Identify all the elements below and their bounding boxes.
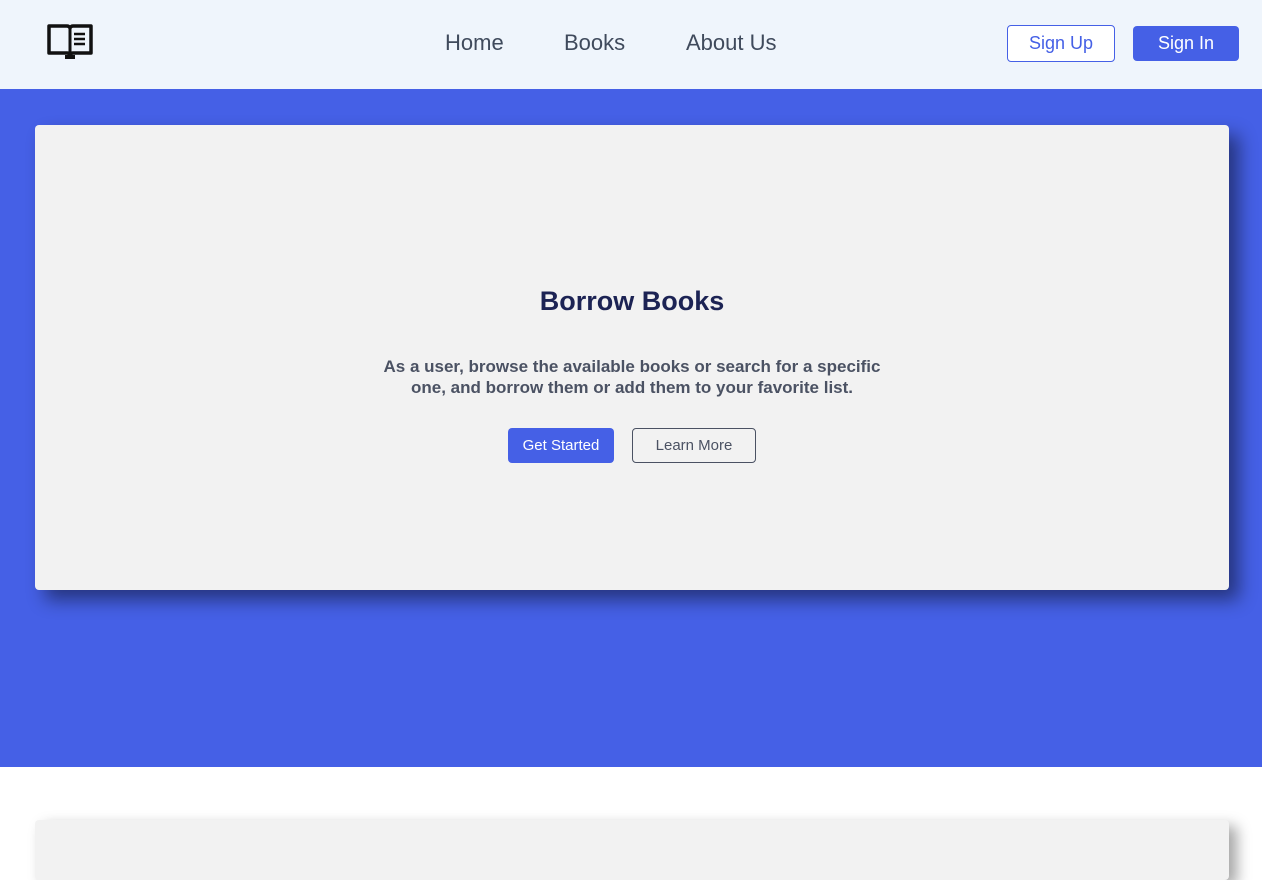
get-started-button[interactable]: Get Started bbox=[508, 428, 614, 463]
nav-link-books[interactable]: Books bbox=[564, 30, 625, 56]
navbar: Home Books About Us Sign Up Sign In bbox=[0, 0, 1262, 89]
learn-more-button[interactable]: Learn More bbox=[632, 428, 756, 463]
hero-card: Borrow Books As a user, browse the avail… bbox=[35, 125, 1229, 590]
sign-in-button[interactable]: Sign In bbox=[1133, 26, 1239, 61]
hero-title: Borrow Books bbox=[539, 286, 725, 316]
next-section bbox=[0, 767, 1262, 880]
next-card bbox=[35, 820, 1229, 880]
hero-section: Borrow Books As a user, browse the avail… bbox=[0, 89, 1262, 767]
nav-link-home[interactable]: Home bbox=[445, 30, 504, 56]
nav-link-about-us[interactable]: About Us bbox=[686, 30, 777, 56]
hero-description: As a user, browse the available books or… bbox=[383, 357, 881, 397]
sign-up-button[interactable]: Sign Up bbox=[1007, 25, 1115, 62]
